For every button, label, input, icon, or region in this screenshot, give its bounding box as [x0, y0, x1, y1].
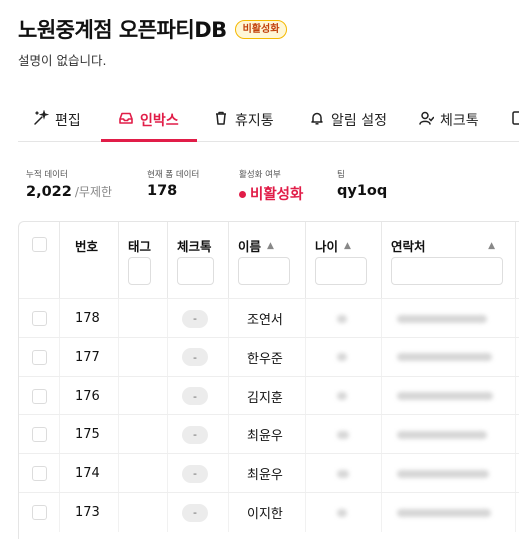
- tab-checktalk[interactable]: 체크톡: [418, 110, 479, 130]
- tab-edit-label: 편집: [55, 113, 81, 129]
- page-header: 노원중계점 오픈파티DB 비활성화 설명이 없습니다.: [18, 14, 288, 69]
- stat-status-value: 비활성화: [250, 187, 304, 203]
- stat-status: 활성화 여부 비활성화: [239, 168, 303, 204]
- row-number: 177: [75, 349, 100, 365]
- stat-cumulative-value: 2,022: [26, 184, 72, 200]
- active-tab-indicator: [101, 139, 197, 142]
- row-name: 최윤우: [247, 468, 283, 484]
- stat-status-label: 활성화 여부: [239, 170, 281, 180]
- sort-asc-icon[interactable]: ▲: [344, 241, 351, 251]
- sort-asc-icon[interactable]: ▲: [267, 241, 274, 251]
- row-name: 김지훈: [247, 390, 283, 406]
- status-badge: 비활성화: [234, 19, 288, 39]
- user-icon: [418, 110, 435, 130]
- tab-inbox-label: 인박스: [140, 113, 179, 129]
- stat-cumulative-label: 누적 데이터: [26, 170, 68, 180]
- tab-bar: 편집 인박스 휴지통 알림 설정 체크톡: [0, 100, 519, 142]
- table-row[interactable]: 173 - 이지한: [19, 492, 519, 532]
- tab-overflow[interactable]: [510, 110, 519, 130]
- inbox-icon: [118, 110, 134, 130]
- page-description: 설명이 없습니다.: [18, 53, 107, 68]
- row-checkbox[interactable]: [32, 427, 47, 443]
- tab-trash[interactable]: 휴지통: [213, 110, 274, 130]
- row-number: 176: [75, 388, 100, 404]
- row-checkbox[interactable]: [32, 388, 47, 404]
- column-header-number[interactable]: 번호: [75, 236, 98, 255]
- table-row[interactable]: 175 - 최윤우: [19, 414, 519, 455]
- checktalk-status[interactable]: -: [182, 348, 208, 367]
- sort-asc-icon[interactable]: ▲: [488, 241, 495, 251]
- redacted-contact: [397, 469, 489, 478]
- row-name: 조연서: [247, 313, 283, 328]
- row-number: 178: [75, 311, 100, 326]
- tab-trash-label: 휴지통: [235, 113, 274, 129]
- stat-cumulative-unit: /무제한: [74, 185, 113, 199]
- redacted-contact: [397, 430, 487, 439]
- stat-team-value: qy1oq: [337, 183, 388, 199]
- document-icon: [510, 110, 519, 130]
- column-header-checktalk[interactable]: 체크톡: [177, 236, 212, 255]
- row-checkbox[interactable]: [32, 349, 47, 365]
- bell-icon: [309, 110, 325, 130]
- stat-cumulative: 누적 데이터 2,022/무제한: [26, 168, 112, 200]
- redacted-age: [337, 353, 347, 362]
- row-name: 최윤우: [247, 429, 283, 445]
- row-number: 174: [75, 466, 100, 482]
- select-all-checkbox[interactable]: [32, 237, 47, 252]
- checktalk-status[interactable]: -: [182, 503, 208, 522]
- checktalk-status[interactable]: -: [182, 387, 208, 406]
- row-checkbox[interactable]: [32, 466, 47, 482]
- tabs-divider: [18, 141, 519, 142]
- table-row[interactable]: 176 - 김지훈: [19, 375, 519, 416]
- tab-notification-label: 알림 설정: [331, 113, 387, 129]
- column-header-tag[interactable]: 태그: [128, 236, 151, 255]
- tab-edit[interactable]: 편집: [33, 109, 81, 130]
- checktalk-filter-input[interactable]: [177, 257, 214, 285]
- table-row[interactable]: 177 - 한우준: [19, 336, 519, 377]
- magic-wand-icon: [33, 109, 50, 130]
- stat-current: 현재 폼 데이터 178: [147, 168, 199, 199]
- tag-filter-input[interactable]: [128, 257, 151, 285]
- stat-current-value: 178: [147, 183, 178, 199]
- column-header-contact[interactable]: 연락처 ▲: [391, 236, 495, 255]
- row-checkbox[interactable]: [32, 505, 47, 520]
- checktalk-status[interactable]: -: [182, 464, 208, 483]
- table-row[interactable]: 174 - 최윤우: [19, 453, 519, 494]
- redacted-age: [337, 314, 347, 323]
- redacted-contact: [397, 508, 491, 517]
- column-header-age[interactable]: 나이 ▲: [315, 236, 351, 255]
- stat-team: 팀 qy1oq: [337, 168, 387, 199]
- redacted-age: [337, 508, 347, 517]
- stat-team-label: 팀: [337, 170, 345, 180]
- table-row[interactable]: 178 - 조연서: [19, 298, 519, 338]
- tab-notification-settings[interactable]: 알림 설정: [309, 110, 387, 130]
- row-checkbox[interactable]: [32, 311, 47, 326]
- tab-checktalk-label: 체크톡: [440, 113, 479, 129]
- contact-filter-input[interactable]: [391, 257, 503, 285]
- row-name: 이지한: [247, 507, 283, 522]
- tab-inbox[interactable]: 인박스: [118, 110, 179, 130]
- name-filter-input[interactable]: [238, 257, 290, 285]
- column-header-name[interactable]: 이름 ▲: [238, 236, 274, 255]
- redacted-age: [337, 392, 347, 401]
- stat-current-label: 현재 폼 데이터: [147, 170, 200, 180]
- status-dot-icon: [239, 190, 246, 198]
- redacted-age: [337, 430, 349, 439]
- data-table: 번호 태그 체크톡 이름 ▲ 나이 ▲ 연락처 ▲ 178 - 조연서 177 - 한우준 176…: [18, 221, 519, 539]
- checktalk-status[interactable]: -: [182, 309, 208, 328]
- redacted-contact: [397, 353, 492, 362]
- row-number: 175: [75, 427, 100, 443]
- row-name: 한우준: [247, 351, 283, 367]
- row-number: 173: [75, 505, 100, 520]
- redacted-contact: [397, 314, 487, 323]
- trash-icon: [213, 110, 229, 130]
- redacted-age: [337, 469, 349, 478]
- page-title: 노원중계점 오픈파티DB: [18, 18, 227, 42]
- checktalk-status[interactable]: -: [182, 425, 208, 444]
- age-filter-input[interactable]: [315, 257, 367, 285]
- redacted-contact: [397, 392, 493, 401]
